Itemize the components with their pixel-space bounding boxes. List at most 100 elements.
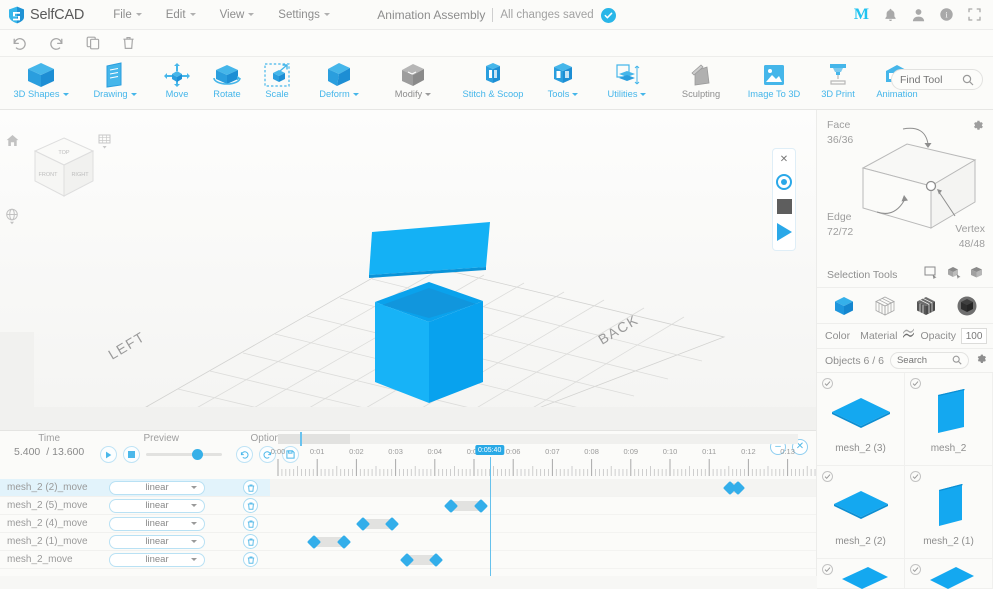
- close-icon[interactable]: ✕: [780, 155, 788, 165]
- object-visibility-checkbox[interactable]: [822, 378, 833, 389]
- track-row[interactable]: mesh_2_move linear: [0, 551, 270, 569]
- object-cell[interactable]: [905, 559, 993, 589]
- timeline-scrollbar[interactable]: [278, 434, 798, 444]
- record-button[interactable]: [776, 174, 792, 190]
- track-row[interactable]: mesh_2 (5)_move linear: [0, 497, 270, 515]
- track-row[interactable]: mesh_2 (4)_move linear: [0, 515, 270, 533]
- find-tool-search[interactable]: [891, 69, 983, 90]
- delete-track-button[interactable]: [243, 552, 258, 567]
- wireframe-mode-icon[interactable]: [874, 295, 896, 317]
- track-name: mesh_2 (2)_move: [7, 482, 88, 493]
- delete-track-button[interactable]: [243, 534, 258, 549]
- timeline-undo-icon[interactable]: [236, 446, 254, 463]
- user-account-icon[interactable]: [912, 8, 925, 22]
- delete-trash-icon[interactable]: [122, 36, 135, 50]
- object-visibility-checkbox[interactable]: [910, 564, 921, 575]
- easing-dropdown[interactable]: linear: [109, 480, 205, 495]
- tool-tools[interactable]: Tools: [536, 57, 590, 110]
- keyframe-row[interactable]: [270, 533, 816, 551]
- select-all-icon[interactable]: [970, 266, 983, 284]
- 3d-viewport[interactable]: LEFT BACK TOP FRONT RIGHT ✕: [0, 110, 816, 430]
- search-icon: [962, 74, 974, 86]
- tool-drawing[interactable]: Drawing: [78, 57, 152, 110]
- redo-icon[interactable]: [49, 36, 64, 50]
- objects-search-input[interactable]: [896, 355, 949, 366]
- delete-track-button[interactable]: [243, 516, 258, 531]
- object-visibility-checkbox[interactable]: [822, 471, 833, 482]
- object-cell[interactable]: [817, 559, 905, 589]
- timeline-stop-button[interactable]: [123, 446, 141, 463]
- keyframe-row[interactable]: [270, 515, 816, 533]
- selection-tools-row: Selection Tools: [817, 262, 993, 288]
- object-cell[interactable]: mesh_2: [905, 373, 993, 466]
- stop-button[interactable]: [776, 199, 792, 214]
- tool-move[interactable]: Move: [152, 57, 202, 110]
- home-view-icon[interactable]: [6, 134, 19, 152]
- tool-stitch-scoop[interactable]: Stitch & Scoop: [450, 57, 536, 110]
- easing-dropdown[interactable]: linear: [109, 516, 205, 531]
- grid-toggle-icon[interactable]: [98, 134, 111, 155]
- timeline-scrollbar-thumb[interactable]: [278, 434, 350, 444]
- menu-item-file[interactable]: File: [102, 5, 153, 25]
- tool-rotate[interactable]: Rotate: [202, 57, 252, 110]
- app-logo[interactable]: SelfCAD: [0, 6, 84, 24]
- timeline-ruler-area[interactable]: 0:000:010:020:030:040:050:060:070:080:09…: [270, 431, 824, 479]
- undo-icon[interactable]: [12, 36, 27, 50]
- tool-deform[interactable]: Deform: [302, 57, 376, 110]
- track-row[interactable]: mesh_2 (2)_move linear: [0, 479, 270, 497]
- material-icon[interactable]: [902, 328, 915, 344]
- solid-mode-icon[interactable]: [833, 295, 855, 317]
- tool-3d-print[interactable]: 3D Print: [810, 57, 866, 110]
- find-tool-input[interactable]: [900, 73, 962, 86]
- object-visibility-checkbox[interactable]: [910, 471, 921, 482]
- tool-image-to-3d[interactable]: Image To 3D: [738, 57, 810, 110]
- delete-track-button[interactable]: [243, 498, 258, 513]
- preview-speed-slider[interactable]: [146, 449, 223, 460]
- object-visibility-checkbox[interactable]: [910, 378, 921, 389]
- fullscreen-icon[interactable]: [968, 8, 981, 21]
- delete-track-button[interactable]: [243, 480, 258, 495]
- tool-3d-shapes[interactable]: 3D Shapes: [4, 57, 78, 110]
- menu-item-edit[interactable]: Edit: [155, 5, 207, 25]
- opacity-input[interactable]: [961, 328, 988, 344]
- shaded-wire-mode-icon[interactable]: [915, 295, 937, 317]
- objects-settings-gear-icon[interactable]: [975, 352, 987, 370]
- keyframe-row[interactable]: [270, 551, 816, 569]
- timeline-play-button[interactable]: [100, 446, 118, 463]
- keyframe-area[interactable]: [270, 479, 816, 576]
- object-cell[interactable]: mesh_2 (1): [905, 466, 993, 559]
- tool-scale[interactable]: Scale: [252, 57, 302, 110]
- object-cell[interactable]: mesh_2 (2): [817, 466, 905, 559]
- globe-view-icon[interactable]: [5, 208, 19, 230]
- keyframe-row[interactable]: [270, 479, 816, 497]
- help-info-icon[interactable]: i: [940, 8, 953, 21]
- track-row[interactable]: mesh_2 (1)_move linear: [0, 533, 270, 551]
- notifications-bell-icon[interactable]: [884, 8, 897, 22]
- dark-solid-mode-icon[interactable]: [956, 295, 978, 317]
- tool-modify[interactable]: Modify: [376, 57, 450, 110]
- easing-dropdown[interactable]: linear: [109, 534, 205, 549]
- easing-dropdown[interactable]: linear: [109, 498, 205, 513]
- playhead-time-badge[interactable]: 0:05:40: [474, 445, 505, 455]
- keyframe-row[interactable]: [270, 497, 816, 515]
- play-button[interactable]: [776, 223, 792, 241]
- timeline-ruler[interactable]: 0:000:010:020:030:040:050:060:070:080:09…: [270, 447, 824, 479]
- tool-utilities[interactable]: Utilities: [590, 57, 664, 110]
- navigation-cube[interactable]: TOP FRONT RIGHT: [28, 132, 100, 204]
- select-rectangle-icon[interactable]: [924, 266, 938, 284]
- chevron-down-icon: [352, 93, 359, 97]
- project-name[interactable]: Animation Assembly: [377, 8, 485, 22]
- object-visibility-checkbox[interactable]: [822, 564, 833, 575]
- easing-dropdown[interactable]: linear: [109, 552, 205, 567]
- objects-search[interactable]: [889, 352, 969, 369]
- menu-item-settings[interactable]: Settings: [267, 5, 341, 25]
- tool-sculpting[interactable]: Sculpting: [664, 57, 738, 110]
- selection-diagram: [861, 127, 977, 229]
- mymini-logo-icon[interactable]: M: [854, 6, 869, 23]
- select-box-icon[interactable]: [947, 266, 961, 284]
- divider: [492, 8, 494, 22]
- copy-icon[interactable]: [86, 36, 100, 50]
- object-cell[interactable]: mesh_2 (3): [817, 373, 905, 466]
- menu-item-view[interactable]: View: [209, 5, 266, 25]
- viewport-grid: LEFT BACK: [0, 110, 816, 430]
